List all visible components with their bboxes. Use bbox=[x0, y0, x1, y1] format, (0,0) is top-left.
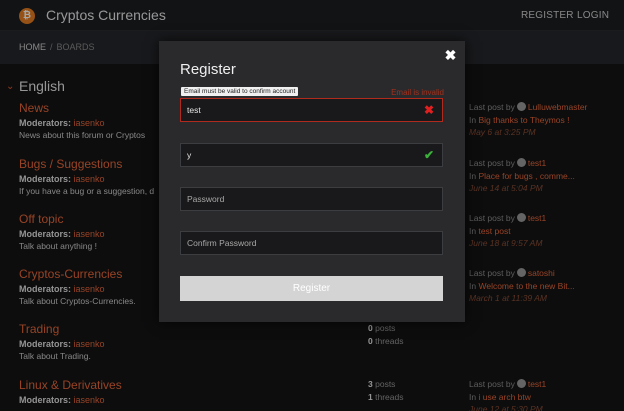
checkmark-icon: ✔ bbox=[423, 148, 434, 162]
password-input[interactable] bbox=[181, 188, 442, 210]
password-field[interactable] bbox=[180, 187, 443, 211]
register-modal: Register ✖ Email must be valid to confir… bbox=[159, 41, 465, 322]
username-input[interactable] bbox=[181, 144, 442, 166]
email-error-message: Email is invalid bbox=[391, 88, 444, 97]
email-input[interactable] bbox=[181, 99, 442, 121]
email-field[interactable]: ✖ bbox=[180, 98, 443, 122]
close-icon[interactable]: ✖ bbox=[444, 48, 457, 62]
confirm-password-field[interactable] bbox=[180, 231, 443, 255]
register-button[interactable]: Register bbox=[180, 276, 443, 301]
error-x-icon: ✖ bbox=[423, 103, 434, 117]
confirm-password-input[interactable] bbox=[181, 232, 442, 254]
modal-title: Register bbox=[180, 61, 236, 78]
username-field[interactable]: ✔ bbox=[180, 143, 443, 167]
email-tooltip: Email must be valid to confirm account bbox=[181, 87, 299, 96]
